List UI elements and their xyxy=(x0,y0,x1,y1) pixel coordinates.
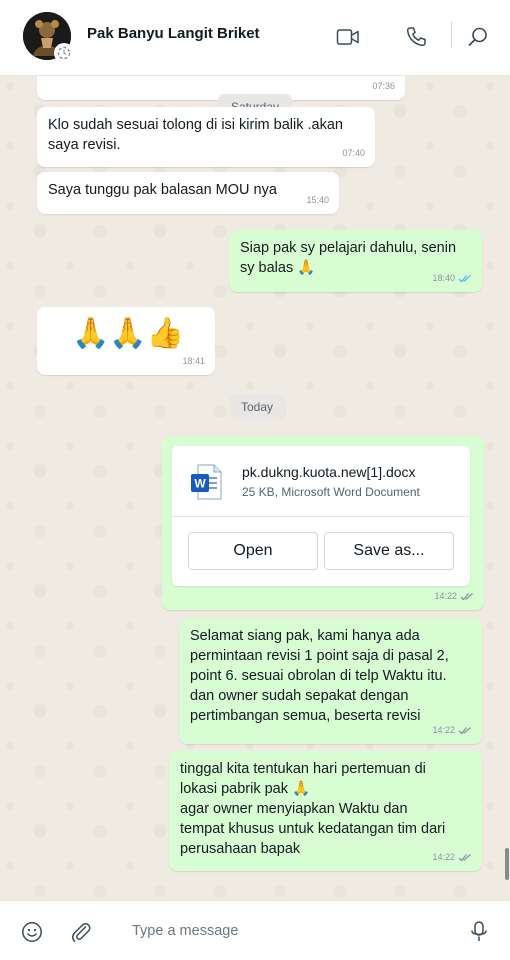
document-card[interactable]: W pk.dukng.kuota.new[1].docx 25 KB, Micr… xyxy=(172,446,470,586)
header-divider xyxy=(451,22,452,48)
delivered-receipt-icon xyxy=(460,592,473,600)
message-line: permintaan revisi 1 point saja di pasal … xyxy=(190,648,449,664)
message-line: point 6. sesuai obrolan di telp Waktu it… xyxy=(190,668,447,684)
read-receipt-icon xyxy=(458,274,471,282)
chat-header: Pak Banyu Langit Briket xyxy=(0,0,510,76)
message-time: 14:22 xyxy=(434,591,457,601)
save-as-button[interactable]: Save as... xyxy=(324,532,454,570)
message-composer xyxy=(0,900,510,960)
video-call-icon[interactable] xyxy=(335,24,361,50)
search-icon[interactable] xyxy=(465,24,491,50)
message-line: Siap pak sy pelajari dahulu, senin xyxy=(240,240,457,256)
message-line: perusahaan bapak xyxy=(180,841,301,857)
voice-call-icon[interactable] xyxy=(403,24,429,50)
message-time: 07:40 xyxy=(342,148,365,158)
delivered-receipt-icon xyxy=(458,726,471,734)
message-incoming[interactable]: 🙏🙏👍 18:41 xyxy=(37,307,215,375)
open-document-button[interactable]: Open xyxy=(188,532,318,570)
word-document-icon: W xyxy=(190,464,222,500)
emoji-icon[interactable] xyxy=(19,919,45,945)
message-line: tinggal kita tentukan hari pertemuan di xyxy=(180,761,426,777)
chat-scrollbar[interactable] xyxy=(505,848,509,880)
contact-name[interactable]: Pak Banyu Langit Briket xyxy=(87,25,260,42)
message-time: 15:40 xyxy=(306,195,329,205)
message-line: agar owner menyiapkan Waktu dan xyxy=(180,801,408,817)
message-line: Saya tunggu pak balasan MOU nya xyxy=(48,182,277,198)
attach-icon[interactable] xyxy=(68,919,94,945)
message-input[interactable] xyxy=(122,915,452,947)
message-outgoing[interactable]: Selamat siang pak, kami hanya ada permin… xyxy=(179,618,482,744)
message-line: tempat khusus untuk kedatangan tim dari xyxy=(180,821,446,837)
message-line: lokasi pabrik pak 🙏 xyxy=(180,781,311,797)
message-outgoing[interactable]: tinggal kita tentukan hari pertemuan di … xyxy=(169,751,482,871)
message-time: 14:22 xyxy=(432,725,455,735)
message-outgoing[interactable]: Siap pak sy pelajari dahulu, senin sy ba… xyxy=(229,230,482,292)
message-line: Selamat siang pak, kami hanya ada xyxy=(190,628,420,644)
message-time: 18:41 xyxy=(182,356,205,366)
document-divider xyxy=(172,516,470,517)
delivered-receipt-icon xyxy=(458,853,471,861)
message-line: dan owner sudah sepakat dengan xyxy=(190,688,409,704)
message-time: 07:36 xyxy=(372,81,395,91)
message-incoming[interactable]: Saya tunggu pak balasan MOU nya 15:40 xyxy=(37,172,339,214)
message-time: 18:40 xyxy=(432,273,455,283)
message-line: saya revisi. xyxy=(48,137,121,153)
message-time: 14:22 xyxy=(432,852,455,862)
document-file-name[interactable]: pk.dukng.kuota.new[1].docx xyxy=(242,464,416,480)
message-line: Klo sudah sesuai tolong di isi kirim bal… xyxy=(48,117,343,133)
svg-text:W: W xyxy=(194,477,206,491)
microphone-icon[interactable] xyxy=(466,919,492,945)
emoji-message: 🙏🙏👍 xyxy=(72,317,185,350)
message-incoming[interactable]: Klo sudah sesuai tolong di isi kirim bal… xyxy=(37,107,375,167)
date-separator: Today xyxy=(229,394,285,420)
status-ring-icon xyxy=(54,43,74,63)
document-file-meta: 25 KB, Microsoft Word Document xyxy=(242,485,420,499)
message-line: pertimbangan semua, beserta revisi xyxy=(190,708,421,724)
